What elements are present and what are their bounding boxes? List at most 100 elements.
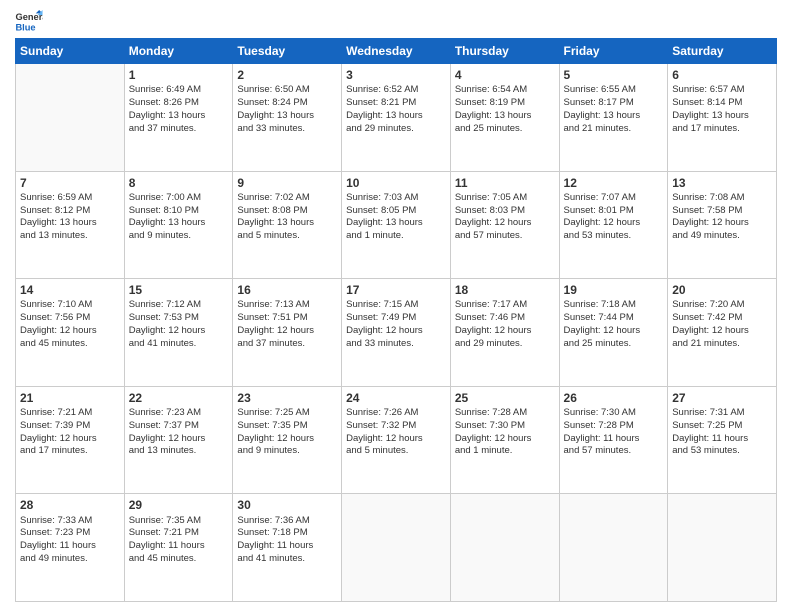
day-info: and 29 minutes. [346,123,446,136]
day-info: and 13 minutes. [129,445,229,458]
day-info: Sunrise: 7:03 AM [346,192,446,205]
day-info: Sunset: 7:35 PM [237,420,337,433]
day-info: Sunset: 7:39 PM [20,420,120,433]
day-info: and 9 minutes. [129,230,229,243]
col-header-friday: Friday [559,39,668,64]
day-info: and 57 minutes. [564,445,664,458]
day-number: 29 [129,497,229,513]
day-info: Sunset: 7:51 PM [237,312,337,325]
day-info: Sunrise: 7:17 AM [455,299,555,312]
day-info: Sunrise: 6:59 AM [20,192,120,205]
col-header-monday: Monday [124,39,233,64]
day-number: 3 [346,67,446,83]
day-info: Sunrise: 7:30 AM [564,407,664,420]
day-info: Sunset: 7:30 PM [455,420,555,433]
day-info: Sunrise: 7:28 AM [455,407,555,420]
day-info: Sunset: 8:10 PM [129,205,229,218]
day-info: Sunrise: 7:13 AM [237,299,337,312]
svg-text:Blue: Blue [15,22,35,32]
day-cell [450,494,559,602]
day-info: Sunset: 8:17 PM [564,97,664,110]
day-info: Sunset: 8:26 PM [129,97,229,110]
day-number: 16 [237,282,337,298]
day-info: Sunrise: 6:50 AM [237,84,337,97]
day-cell: 8Sunrise: 7:00 AMSunset: 8:10 PMDaylight… [124,171,233,279]
day-info: Daylight: 12 hours [20,325,120,338]
day-info: Sunset: 7:25 PM [672,420,772,433]
day-info: and 17 minutes. [672,123,772,136]
day-number: 26 [564,390,664,406]
day-number: 19 [564,282,664,298]
day-number: 23 [237,390,337,406]
day-number: 27 [672,390,772,406]
week-row-2: 7Sunrise: 6:59 AMSunset: 8:12 PMDaylight… [16,171,777,279]
day-info: and 45 minutes. [129,553,229,566]
col-header-sunday: Sunday [16,39,125,64]
day-info: Sunset: 7:23 PM [20,527,120,540]
day-number: 12 [564,175,664,191]
day-info: and 45 minutes. [20,338,120,351]
day-info: Daylight: 11 hours [564,433,664,446]
day-info: Sunset: 8:21 PM [346,97,446,110]
day-info: and 37 minutes. [237,338,337,351]
week-row-1: 1Sunrise: 6:49 AMSunset: 8:26 PMDaylight… [16,64,777,172]
day-info: Sunset: 7:56 PM [20,312,120,325]
day-info: and 21 minutes. [564,123,664,136]
day-number: 1 [129,67,229,83]
day-info: Sunset: 7:44 PM [564,312,664,325]
day-cell: 29Sunrise: 7:35 AMSunset: 7:21 PMDayligh… [124,494,233,602]
day-cell: 26Sunrise: 7:30 AMSunset: 7:28 PMDayligh… [559,386,668,494]
day-info: Daylight: 13 hours [564,110,664,123]
day-info: Sunrise: 7:12 AM [129,299,229,312]
day-info: Sunset: 7:18 PM [237,527,337,540]
col-header-thursday: Thursday [450,39,559,64]
day-info: and 21 minutes. [672,338,772,351]
day-info: Daylight: 11 hours [20,540,120,553]
day-cell [668,494,777,602]
day-cell: 7Sunrise: 6:59 AMSunset: 8:12 PMDaylight… [16,171,125,279]
day-cell: 10Sunrise: 7:03 AMSunset: 8:05 PMDayligh… [342,171,451,279]
day-info: Sunrise: 6:52 AM [346,84,446,97]
week-row-4: 21Sunrise: 7:21 AMSunset: 7:39 PMDayligh… [16,386,777,494]
day-info: Sunrise: 7:20 AM [672,299,772,312]
day-info: Sunset: 7:32 PM [346,420,446,433]
week-row-3: 14Sunrise: 7:10 AMSunset: 7:56 PMDayligh… [16,279,777,387]
day-info: and 53 minutes. [564,230,664,243]
day-info: Daylight: 12 hours [564,217,664,230]
week-row-5: 28Sunrise: 7:33 AMSunset: 7:23 PMDayligh… [16,494,777,602]
day-number: 24 [346,390,446,406]
day-cell: 14Sunrise: 7:10 AMSunset: 7:56 PMDayligh… [16,279,125,387]
day-cell: 11Sunrise: 7:05 AMSunset: 8:03 PMDayligh… [450,171,559,279]
day-info: Daylight: 13 hours [237,217,337,230]
day-info: Sunset: 7:46 PM [455,312,555,325]
day-cell: 4Sunrise: 6:54 AMSunset: 8:19 PMDaylight… [450,64,559,172]
day-info: Sunrise: 7:25 AM [237,407,337,420]
day-info: Sunrise: 7:05 AM [455,192,555,205]
day-info: Sunrise: 7:00 AM [129,192,229,205]
day-info: Sunrise: 7:26 AM [346,407,446,420]
day-info: Sunrise: 7:15 AM [346,299,446,312]
calendar-table: SundayMondayTuesdayWednesdayThursdayFrid… [15,38,777,602]
day-info: Daylight: 12 hours [346,433,446,446]
day-number: 30 [237,497,337,513]
day-info: Sunrise: 7:10 AM [20,299,120,312]
day-info: Sunrise: 6:55 AM [564,84,664,97]
page: General Blue SundayMondayTuesdayWednesda… [0,0,792,612]
day-info: Sunset: 7:49 PM [346,312,446,325]
day-cell: 19Sunrise: 7:18 AMSunset: 7:44 PMDayligh… [559,279,668,387]
day-cell: 18Sunrise: 7:17 AMSunset: 7:46 PMDayligh… [450,279,559,387]
header: General Blue [15,10,777,32]
day-info: and 53 minutes. [672,445,772,458]
day-info: Sunrise: 7:18 AM [564,299,664,312]
day-cell: 17Sunrise: 7:15 AMSunset: 7:49 PMDayligh… [342,279,451,387]
day-cell: 3Sunrise: 6:52 AMSunset: 8:21 PMDaylight… [342,64,451,172]
col-header-tuesday: Tuesday [233,39,342,64]
day-cell: 6Sunrise: 6:57 AMSunset: 8:14 PMDaylight… [668,64,777,172]
day-info: and 13 minutes. [20,230,120,243]
svg-text:General: General [15,12,43,22]
day-number: 17 [346,282,446,298]
day-info: Daylight: 11 hours [129,540,229,553]
day-info: Daylight: 12 hours [129,325,229,338]
day-info: Sunset: 8:08 PM [237,205,337,218]
day-info: Sunset: 7:42 PM [672,312,772,325]
